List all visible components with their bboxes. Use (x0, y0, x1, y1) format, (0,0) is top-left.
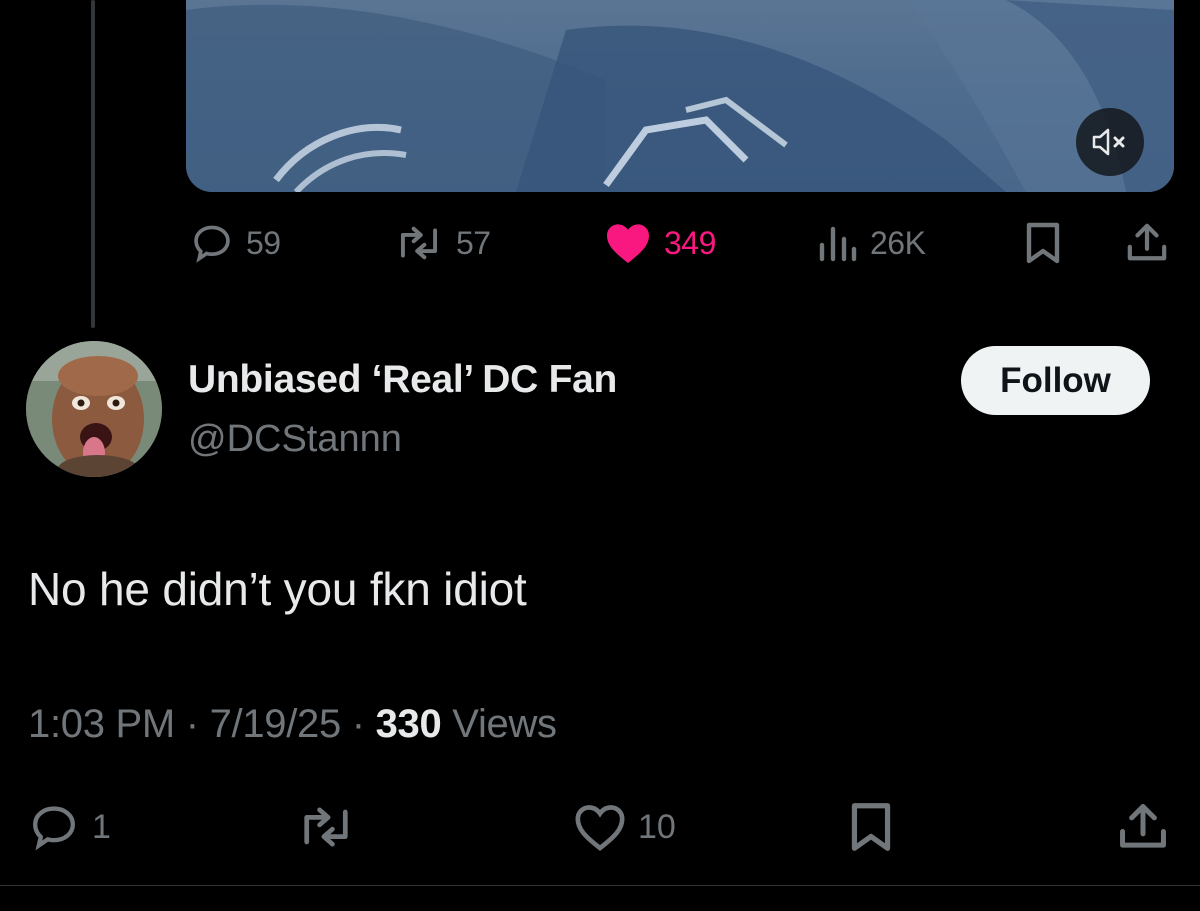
views-action[interactable]: 26K (818, 218, 926, 268)
heart-icon (575, 805, 625, 851)
parent-action-bar: 59 57 349 26K (186, 218, 1171, 268)
thread-connector-line (91, 0, 95, 328)
like-count: 10 (638, 807, 676, 846)
bookmark-icon (1026, 222, 1060, 264)
video-frame (186, 0, 1174, 192)
divider (0, 885, 1200, 886)
repost-action[interactable]: 57 (394, 218, 491, 268)
views-label: Views (452, 702, 557, 746)
reply-count: 59 (246, 224, 281, 261)
mute-button[interactable] (1076, 108, 1144, 176)
reply-icon (194, 225, 230, 263)
like-action[interactable]: 10 (572, 795, 676, 859)
repost-icon (400, 226, 438, 260)
bookmark-icon (851, 803, 891, 851)
reply-icon (32, 806, 76, 851)
reply-action-bar: 1 10 (0, 795, 1200, 859)
share-action[interactable] (1126, 218, 1168, 268)
reply-action[interactable]: 59 (190, 218, 281, 268)
follow-button[interactable]: Follow (961, 346, 1150, 415)
reply-action[interactable]: 1 (26, 795, 111, 859)
views-count: 26K (870, 224, 926, 261)
post-time[interactable]: 1:03 PM (28, 702, 175, 746)
like-count: 349 (664, 224, 716, 261)
display-name[interactable]: Unbiased ‘Real’ DC Fan (188, 358, 617, 402)
post-meta: 1:03 PM · 7/19/25 · 330 Views (28, 702, 557, 747)
share-action[interactable] (1118, 795, 1168, 859)
volume-muted-icon (1092, 128, 1125, 156)
share-icon (1120, 804, 1166, 848)
repost-icon (304, 807, 348, 847)
avatar-photo (26, 341, 162, 477)
repost-action[interactable] (296, 795, 356, 859)
post-text: No he didn’t you fkn idiot (28, 563, 527, 615)
bookmark-action[interactable] (848, 795, 894, 859)
post-date[interactable]: 7/19/25 (210, 702, 342, 746)
reply-count: 1 (92, 807, 111, 846)
meta-separator: · (185, 702, 199, 746)
heart-filled-icon (607, 224, 649, 263)
repost-count: 57 (456, 224, 491, 261)
bookmark-action[interactable] (1024, 218, 1062, 268)
meta-separator: · (351, 702, 365, 746)
video-media[interactable] (186, 0, 1174, 192)
avatar[interactable] (26, 341, 162, 477)
share-icon (1127, 223, 1167, 261)
views-count: 330 (375, 702, 442, 746)
like-action[interactable]: 349 (604, 218, 716, 268)
user-handle[interactable]: @DCStannn (188, 418, 402, 461)
analytics-icon (819, 226, 857, 262)
